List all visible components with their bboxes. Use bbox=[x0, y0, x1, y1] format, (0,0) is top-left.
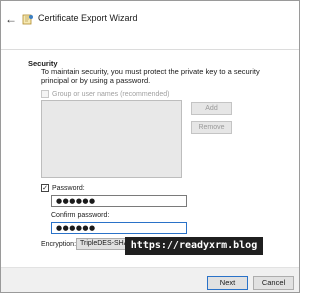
encryption-label: Encryption: bbox=[41, 241, 77, 248]
password-option: ✓ Password: bbox=[41, 184, 85, 192]
certificate-wizard-icon bbox=[22, 14, 33, 25]
security-description: To maintain security, you must protect t… bbox=[41, 67, 260, 85]
cancel-button[interactable]: Cancel bbox=[253, 276, 294, 290]
group-names-option: Group or user names (recommended) bbox=[41, 90, 170, 98]
confirm-password-field[interactable]: ●●●●●● bbox=[51, 222, 187, 234]
group-names-label: Group or user names (recommended) bbox=[52, 90, 170, 98]
back-arrow-icon[interactable]: ← bbox=[4, 12, 18, 26]
add-button[interactable]: Add bbox=[191, 102, 232, 115]
wizard-header: ← Certificate Export Wizard bbox=[1, 1, 299, 47]
confirm-password-label: Confirm password: bbox=[51, 212, 110, 219]
password-field[interactable]: ●●●●●● bbox=[51, 195, 187, 207]
watermark-banner: https://readyxrm.blog bbox=[125, 237, 263, 255]
wizard-window: ← Certificate Export Wizard Security To … bbox=[0, 0, 300, 293]
next-button[interactable]: Next bbox=[207, 276, 248, 290]
group-user-listbox[interactable] bbox=[41, 100, 182, 178]
wizard-title: Certificate Export Wizard bbox=[38, 13, 138, 23]
remove-button[interactable]: Remove bbox=[191, 121, 232, 134]
password-checkbox-label: Password: bbox=[52, 184, 85, 192]
wizard-footer: Next Cancel bbox=[1, 267, 299, 292]
group-names-checkbox[interactable] bbox=[41, 90, 49, 98]
header-divider bbox=[1, 49, 299, 50]
password-checkbox[interactable]: ✓ bbox=[41, 184, 49, 192]
